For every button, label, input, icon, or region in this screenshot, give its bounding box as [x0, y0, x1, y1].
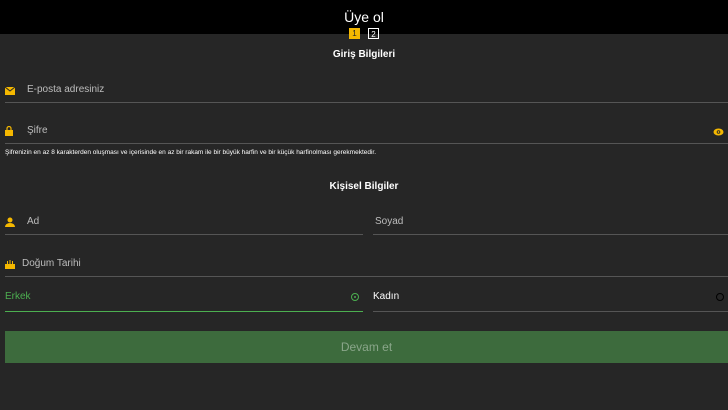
email-field[interactable]: [4, 74, 728, 103]
password-field[interactable]: [5, 115, 728, 144]
gender-female-option[interactable]: Kadın: [373, 283, 728, 312]
envelope-icon: [4, 82, 16, 100]
gender-male-label: Erkek: [5, 291, 31, 302]
user-icon: [5, 214, 15, 232]
eye-icon[interactable]: [713, 123, 724, 141]
last-name-field[interactable]: [373, 206, 728, 235]
step-1[interactable]: 1: [349, 28, 360, 39]
email-input[interactable]: [25, 78, 728, 100]
birthdate-field[interactable]: [5, 248, 728, 277]
gender-female-label: Kadın: [373, 291, 400, 302]
step-indicator: 1 2: [0, 28, 728, 39]
radio-selected-icon[interactable]: [351, 293, 359, 301]
personal-section-title: Kişisel Bilgiler: [329, 181, 399, 192]
last-name-input[interactable]: [373, 210, 728, 232]
continue-button[interactable]: Devam et: [5, 331, 728, 363]
first-name-input[interactable]: [25, 210, 363, 232]
first-name-field[interactable]: [5, 206, 363, 235]
lock-icon: [5, 123, 13, 141]
cake-icon: [5, 256, 15, 274]
login-section-title: Giriş Bilgileri: [332, 49, 396, 60]
step-2[interactable]: 2: [368, 28, 379, 39]
birthdate-input[interactable]: [20, 252, 728, 274]
radio-unselected-icon[interactable]: [716, 293, 724, 301]
password-input[interactable]: [25, 119, 728, 141]
gender-male-option[interactable]: Erkek: [5, 283, 363, 312]
page-title: Üye ol: [344, 9, 384, 25]
password-hint: Şifrenizin en az 8 karakterden oluşması …: [5, 149, 377, 156]
